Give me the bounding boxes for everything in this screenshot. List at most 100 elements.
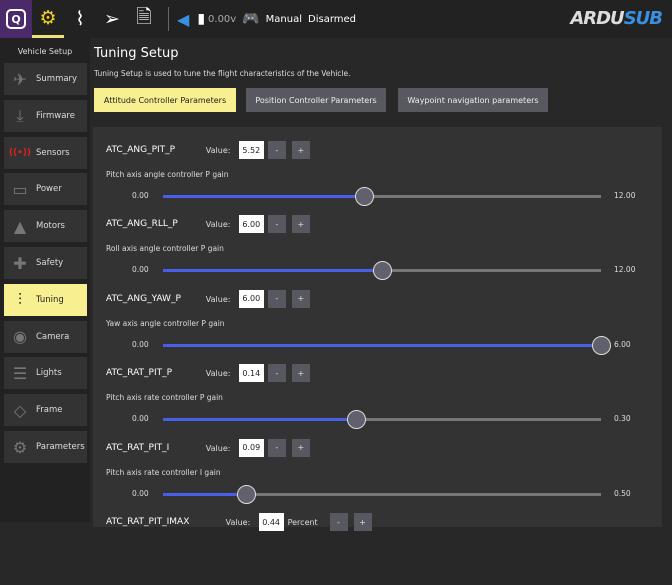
- motors-icon: ▲: [4, 217, 36, 236]
- sidebar-item-label: Camera: [36, 332, 69, 342]
- decrement-button[interactable]: -: [268, 290, 286, 308]
- parameter-row: ATC_ANG_RLL_P Value: 6.00- + Roll axis an…: [93, 213, 662, 287]
- increment-button[interactable]: +: [292, 364, 310, 382]
- slider-fill: [163, 493, 246, 496]
- battery-icon[interactable]: ▮: [197, 11, 205, 27]
- arm-status[interactable]: Disarmed: [308, 14, 356, 25]
- param-slider[interactable]: [163, 418, 601, 421]
- sidebar-item-tuning[interactable]: ⫶Tuning: [4, 284, 87, 316]
- sidebar-item-label: Parameters: [36, 442, 85, 452]
- tuning-setup: Tuning Setup Tuning Setup is used to tun…: [90, 38, 672, 522]
- tab-waypoint-navigation[interactable]: Waypoint navigation parameters: [398, 88, 548, 112]
- decrement-button[interactable]: -: [330, 513, 348, 531]
- lights-icon: ☰: [4, 364, 36, 383]
- slider-min: 0.00: [132, 191, 149, 200]
- sidebar-item-power[interactable]: ▭Power: [4, 173, 87, 205]
- value-label: Value:: [206, 444, 231, 453]
- slider-thumb[interactable]: [355, 187, 374, 206]
- sidebar-item-safety[interactable]: ✚Safety: [4, 247, 87, 279]
- sidebar-item-sensors[interactable]: ((•))Sensors: [4, 137, 87, 169]
- param-value-input[interactable]: 6.00: [239, 290, 264, 308]
- sidebar-header: Vehicle Setup: [0, 47, 90, 56]
- value-label: Value:: [206, 369, 231, 378]
- slider-thumb[interactable]: [592, 336, 611, 355]
- slider-min: 0.00: [132, 340, 149, 349]
- tab-position-controller[interactable]: Position Controller Parameters: [246, 88, 386, 112]
- sidebar-item-camera[interactable]: ◉Camera: [4, 321, 87, 353]
- vehicle-setup-button[interactable]: ⚙: [32, 0, 64, 38]
- slider-thumb[interactable]: [237, 485, 256, 504]
- value-label: Value:: [206, 146, 231, 155]
- tuning-icon: ⫶: [4, 290, 36, 310]
- sidebar-item-label: Motors: [36, 221, 65, 231]
- sidebar: Vehicle Setup ✈Summary ⤓Firmware ((•))Sens…: [0, 38, 90, 522]
- decrement-button[interactable]: -: [268, 215, 286, 233]
- megaphone-icon[interactable]: ◀: [177, 10, 189, 29]
- parameter-panel: ATC_ANG_PIT_P Value: 5.52- +Pitch axis a…: [93, 127, 662, 527]
- param-value-input[interactable]: 5.52: [239, 141, 264, 159]
- decrement-button[interactable]: -: [268, 141, 286, 159]
- increment-button[interactable]: +: [292, 290, 310, 308]
- sidebar-item-label: Safety: [36, 258, 63, 268]
- analyze-button[interactable]: 🗎: [128, 0, 160, 38]
- increment-button[interactable]: +: [292, 215, 310, 233]
- param-name: ATC_RAT_PIT_IMAX: [106, 517, 189, 527]
- sidebar-item-frame[interactable]: ◇Frame: [4, 394, 87, 426]
- slider-ticks: [163, 424, 593, 426]
- sidebar-item-label: Summary: [36, 74, 77, 84]
- param-slider[interactable]: [163, 195, 601, 198]
- param-description: Yaw axis angle controller P gain: [106, 319, 225, 328]
- fly-button[interactable]: ➢: [96, 0, 128, 38]
- slider-ticks: [163, 499, 593, 501]
- slider-min: 0.00: [132, 265, 149, 274]
- page-description: Tuning Setup is used to tune the flight …: [94, 69, 351, 78]
- param-description: Roll axis angle controller P gain: [106, 244, 224, 253]
- param-value-input[interactable]: 0.14: [239, 364, 264, 382]
- summary-icon: ✈: [4, 70, 36, 89]
- value-label: Value:: [206, 295, 231, 304]
- app-logo-button[interactable]: Q: [0, 0, 32, 38]
- slider-min: 0.00: [132, 489, 149, 498]
- sidebar-item-summary[interactable]: ✈Summary: [4, 63, 87, 95]
- value-label: Value:: [206, 220, 231, 229]
- slider-max: 6.00: [614, 340, 631, 349]
- sidebar-item-lights[interactable]: ☰Lights: [4, 357, 87, 389]
- param-name: ATC_RAT_PIT_I: [106, 443, 169, 453]
- safety-icon: ✚: [4, 254, 36, 273]
- document-search-icon: 🗎: [136, 3, 151, 35]
- firmware-icon: ⤓: [4, 106, 36, 126]
- slider-thumb[interactable]: [373, 261, 392, 280]
- sidebar-item-label: Frame: [36, 405, 62, 415]
- param-value-input[interactable]: 0.44: [259, 513, 284, 531]
- ardusub-logo: ARDUSUB: [570, 8, 662, 29]
- route-icon: ⌇: [75, 8, 84, 30]
- decrement-button[interactable]: -: [268, 364, 286, 382]
- increment-button[interactable]: +: [292, 439, 310, 457]
- param-value-input[interactable]: 0.09: [239, 439, 264, 457]
- value-label: Value:: [226, 518, 251, 527]
- param-name: ATC_ANG_RLL_P: [106, 219, 178, 229]
- slider-thumb[interactable]: [347, 410, 366, 429]
- parameter-row: ATC_RAT_PIT_IMAX Value: 0.44 Percent - +: [93, 511, 662, 585]
- sidebar-item-parameters[interactable]: ⚙Parameters: [4, 431, 87, 463]
- plan-button[interactable]: ⌇: [64, 0, 96, 38]
- increment-button[interactable]: +: [292, 141, 310, 159]
- sidebar-item-motors[interactable]: ▲Motors: [4, 210, 87, 242]
- unit-label: Percent: [288, 518, 318, 527]
- parameter-row: ATC_RAT_PIT_P Value: 0.14- +Pitch axis r…: [93, 362, 662, 436]
- param-value-input[interactable]: 6.00: [239, 215, 264, 233]
- joystick-icon[interactable]: 🎮: [242, 11, 259, 27]
- slider-ticks: [163, 201, 593, 203]
- tab-attitude-controller[interactable]: Attitude Controller Parameters: [94, 88, 236, 112]
- sidebar-item-firmware[interactable]: ⤓Firmware: [4, 100, 87, 132]
- flight-mode[interactable]: Manual: [266, 14, 302, 25]
- slider-max: 0.30: [614, 414, 631, 423]
- param-slider[interactable]: [163, 269, 601, 272]
- increment-button[interactable]: +: [354, 513, 372, 531]
- param-slider[interactable]: [163, 344, 601, 347]
- parameter-row: ATC_ANG_PIT_P Value: 5.52- +Pitch axis a…: [93, 139, 662, 213]
- param-slider[interactable]: [163, 493, 601, 496]
- param-name: ATC_ANG_PIT_P: [106, 145, 175, 155]
- toolbar-divider: [168, 7, 169, 31]
- decrement-button[interactable]: -: [268, 439, 286, 457]
